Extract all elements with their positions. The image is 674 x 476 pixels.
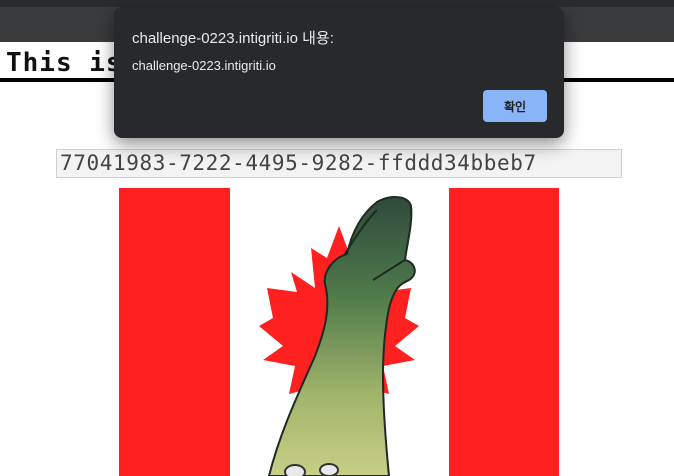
flag-right-band: [449, 188, 559, 476]
nft-image: [119, 188, 559, 476]
nft-flag-leek-graphic: [119, 188, 559, 476]
flag-left-band: [119, 188, 230, 476]
browser-top-edge: [0, 0, 674, 7]
dialog-message: challenge-0223.intigriti.io: [132, 58, 276, 73]
alert-dialog: challenge-0223.intigriti.io 내용: challeng…: [114, 7, 564, 138]
nft-uuid-field: 77041983-7222-4495-9282-ffddd34bbeb7: [56, 149, 622, 178]
dialog-title: challenge-0223.intigriti.io 내용:: [132, 30, 334, 47]
leek-eye-left: [284, 464, 306, 476]
ok-button[interactable]: 확인: [483, 90, 547, 122]
leek-eye-right: [319, 463, 339, 476]
